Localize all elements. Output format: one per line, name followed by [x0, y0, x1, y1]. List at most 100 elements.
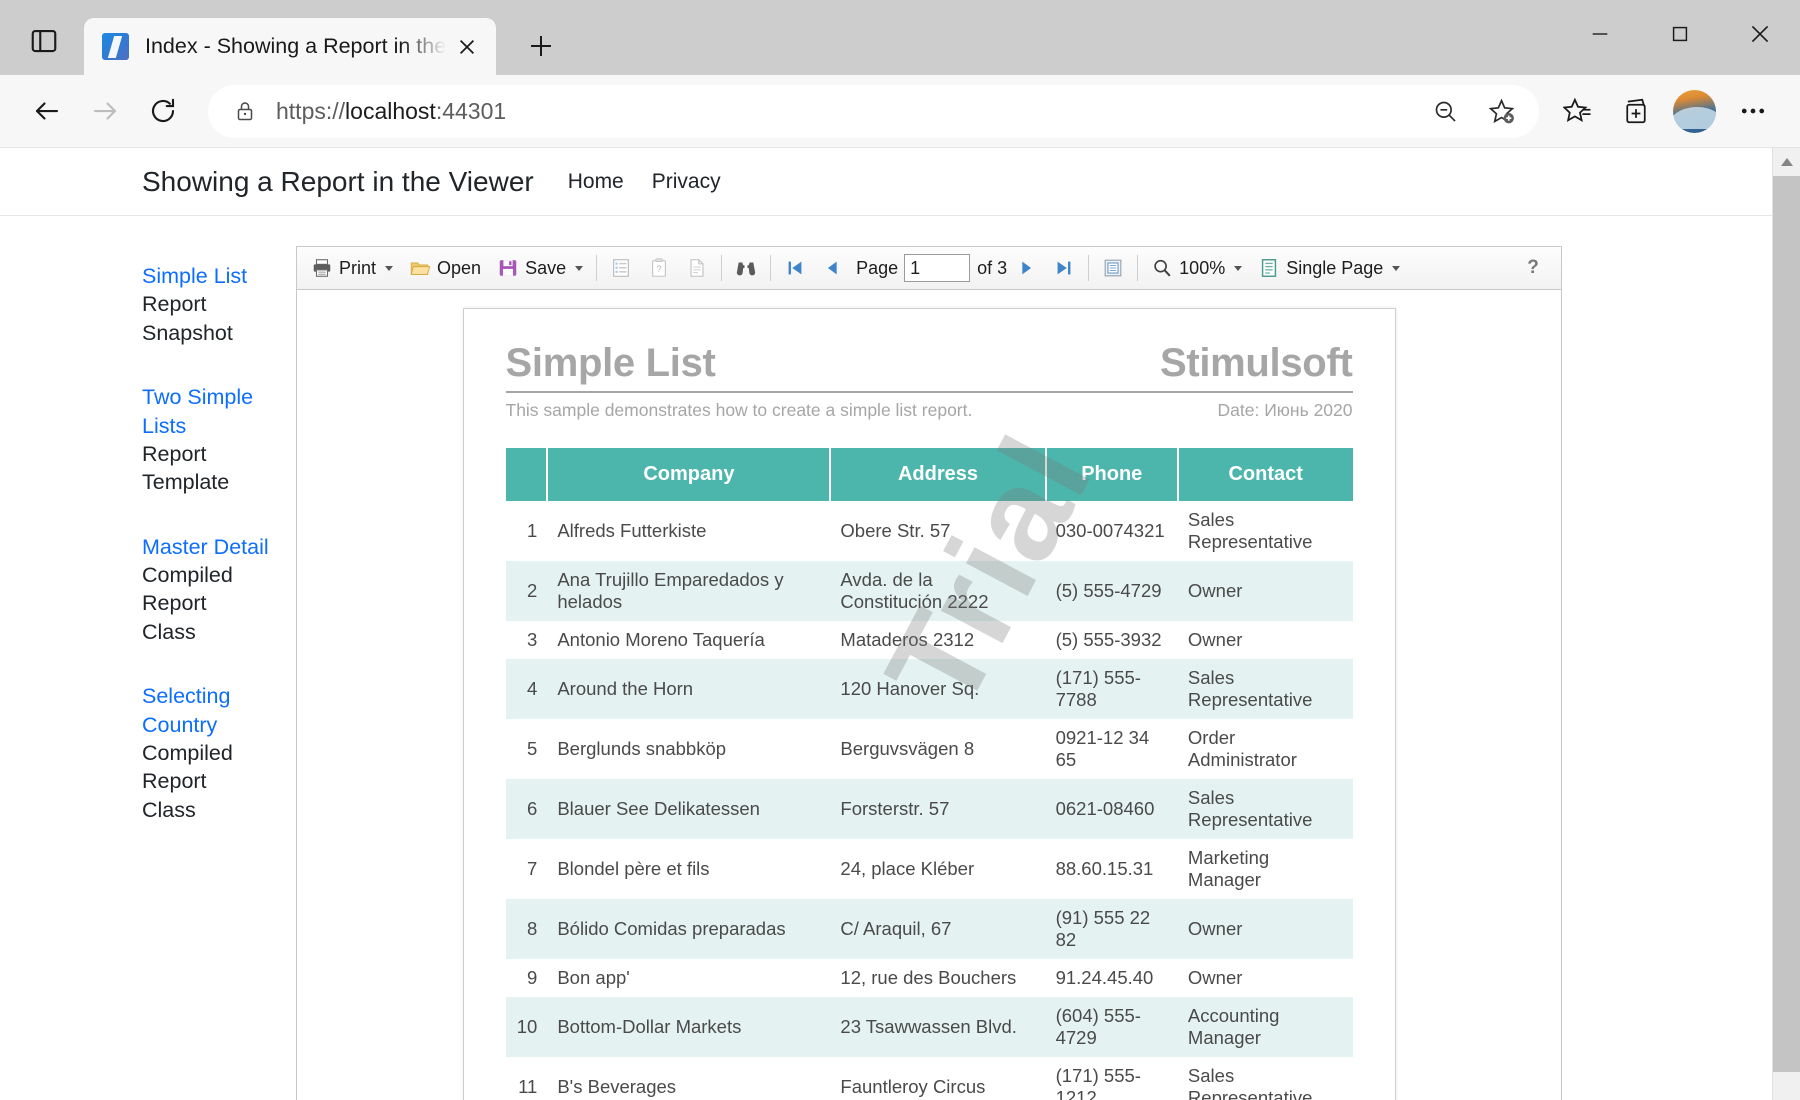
sidebar-group-two-simple-lists: Two Simple Lists Report Template	[142, 383, 282, 497]
zoom-out-icon[interactable]	[1419, 85, 1471, 137]
add-favorite-icon[interactable]	[1475, 85, 1527, 137]
svg-text:?: ?	[657, 264, 662, 274]
column-header-company: Company	[547, 448, 832, 501]
tab-actions-icon[interactable]	[14, 13, 74, 69]
open-label: Open	[437, 257, 482, 278]
nav-link-home[interactable]: Home	[568, 170, 624, 194]
report-page: Simple List Stimulsoft This sample demon…	[462, 308, 1396, 1100]
cell-address: Forsterstr. 57	[830, 779, 1046, 839]
table-row: 4 Around the Horn 120 Hanover Sq. (171) 555…	[505, 659, 1353, 719]
site-header: Showing a Report in the Viewer Home Priv…	[0, 148, 1772, 216]
cell-phone: (604) 555-4729	[1045, 997, 1178, 1057]
bookmarks-icon	[613, 259, 629, 277]
sidebar-sub-compiled-report-2: Compiled Report	[142, 740, 233, 794]
browser-tab[interactable]: Index - Showing a Report in the Viewer	[84, 18, 496, 75]
chevron-down-icon[interactable]	[1392, 265, 1401, 271]
sidebar: Simple List Report Snapshot Two Simple L…	[0, 216, 282, 1100]
nav-link-privacy[interactable]: Privacy	[652, 170, 721, 194]
lock-icon[interactable]	[230, 99, 260, 123]
open-button[interactable]: Open	[401, 250, 489, 286]
sidebar-sub-report-snapshot: Report Snapshot	[142, 292, 233, 345]
cell-row-number: 10	[505, 997, 548, 1057]
full-screen-button[interactable]	[1094, 250, 1132, 286]
zoom-button[interactable]: 100%	[1143, 250, 1250, 286]
table-body: 1 Alfreds Futterkiste Obere Str. 57 030-007…	[505, 501, 1353, 1100]
table-row: 8 Bólido Comidas preparadas C/ Araquil, 67…	[505, 899, 1353, 959]
table-row: 9 Bon app' 12, rue des Bouchers 91.24.45.40…	[506, 959, 1353, 997]
cell-contact: Sales Representative	[1187, 509, 1313, 552]
cell-contact: Owner	[1177, 561, 1353, 621]
cell-address: Mataderos 2312	[840, 629, 975, 650]
close-icon[interactable]	[450, 30, 484, 64]
cell-phone: 91.24.45.40	[1055, 967, 1154, 988]
reload-icon[interactable]	[134, 82, 192, 140]
resources-button[interactable]	[678, 250, 716, 286]
parameters-button[interactable]: ?	[640, 250, 678, 286]
help-button[interactable]: ?	[1511, 250, 1555, 286]
next-page-icon	[1022, 261, 1032, 275]
toolbar-separator	[721, 255, 723, 281]
omnibox-actions	[1419, 85, 1527, 137]
chevron-down-icon[interactable]	[385, 265, 394, 271]
cell-phone: (91) 555 22 82	[1045, 899, 1178, 959]
full-screen-icon	[1104, 259, 1122, 277]
report-header: Simple List Stimulsoft	[506, 343, 1353, 383]
first-page-button[interactable]	[776, 250, 814, 286]
cell-contact: Owner	[1187, 967, 1243, 988]
page-title[interactable]: Showing a Report in the Viewer	[142, 166, 534, 198]
chevron-down-icon[interactable]	[575, 265, 584, 271]
sidebar-item-simple-list[interactable]: Simple List	[142, 262, 282, 290]
find-button[interactable]	[727, 250, 765, 286]
profile-avatar[interactable]	[1673, 89, 1716, 133]
cell-company: Bottom-Dollar Markets	[547, 997, 831, 1057]
address-bar[interactable]: https://localhost:44301	[208, 84, 1539, 138]
scrollbar-track[interactable]	[1773, 176, 1800, 1072]
table-row: 10 Bottom-Dollar Markets 23 Tsawwassen Blv…	[505, 997, 1353, 1057]
cell-phone: 88.60.15.31	[1055, 858, 1154, 879]
table-row: 6 Blauer See Delikatessen Forsterstr. 57 06…	[505, 779, 1353, 839]
minimize-icon[interactable]	[1560, 0, 1640, 68]
table-row: 5 Berglunds snabbköp Berguvsvägen 8 0921-12…	[506, 719, 1353, 779]
window-close-icon[interactable]	[1720, 0, 1800, 68]
sidebar-item-two-simple-lists[interactable]: Two Simple Lists	[142, 383, 282, 440]
scroll-up-arrow-icon[interactable]	[1773, 148, 1800, 176]
next-page-button[interactable]	[1007, 250, 1045, 286]
print-button[interactable]: Print	[303, 250, 401, 286]
prev-page-button[interactable]	[814, 250, 852, 286]
cell-company: Bon app'	[557, 967, 630, 988]
magnifier-icon	[1154, 259, 1171, 277]
page-body: Simple List Report Snapshot Two Simple L…	[0, 216, 1772, 1100]
sidebar-item-master-detail[interactable]: Master Detail	[142, 533, 282, 561]
page-viewport: Showing a Report in the Viewer Home Priv…	[0, 148, 1800, 1100]
back-arrow-icon[interactable]	[18, 82, 76, 140]
viewer-body: Simple List Stimulsoft This sample demon…	[296, 290, 1562, 1100]
chevron-down-icon[interactable]	[1234, 265, 1243, 271]
report-viewer: Print Open Save ? Page 1 of 3 100% Singl…	[296, 246, 1562, 1100]
maximize-icon[interactable]	[1640, 0, 1720, 68]
page-total-label: of 3	[977, 257, 1008, 278]
last-page-button[interactable]	[1045, 250, 1083, 286]
sidebar-item-selecting-country[interactable]: Selecting Country	[142, 682, 282, 739]
cell-address: Berguvsvägen 8	[840, 738, 975, 759]
resources-icon	[690, 259, 704, 277]
vertical-scrollbar[interactable]	[1772, 148, 1800, 1100]
bookmarks-button[interactable]	[602, 250, 640, 286]
page-input[interactable]	[904, 254, 971, 282]
binoculars-find-icon	[736, 262, 756, 276]
cell-address: Obere Str. 57	[840, 520, 951, 541]
cell-company: Antonio Moreno Taquería	[557, 629, 765, 650]
browser-title-bar: Index - Showing a Report in the Viewer	[0, 0, 1800, 75]
cell-contact: Order Administrator	[1187, 727, 1297, 770]
collections-icon[interactable]	[1607, 82, 1665, 140]
view-mode-button[interactable]: Single Page	[1250, 250, 1408, 286]
favorites-icon[interactable]	[1549, 82, 1607, 140]
cell-row-number: 4	[505, 659, 548, 719]
cell-contact: Sales Representative	[1187, 1065, 1313, 1100]
more-options-icon[interactable]	[1724, 82, 1782, 140]
table-row: 11 B's Beverages Fauntleroy Circus (171) 55…	[506, 1057, 1353, 1100]
url-text: https://localhost:44301	[276, 97, 507, 124]
save-button[interactable]: Save	[489, 250, 591, 286]
new-tab-button[interactable]	[518, 23, 564, 69]
cell-company: Blauer See Delikatessen	[547, 779, 831, 839]
sidebar-sub-class-2: Class	[142, 797, 196, 822]
